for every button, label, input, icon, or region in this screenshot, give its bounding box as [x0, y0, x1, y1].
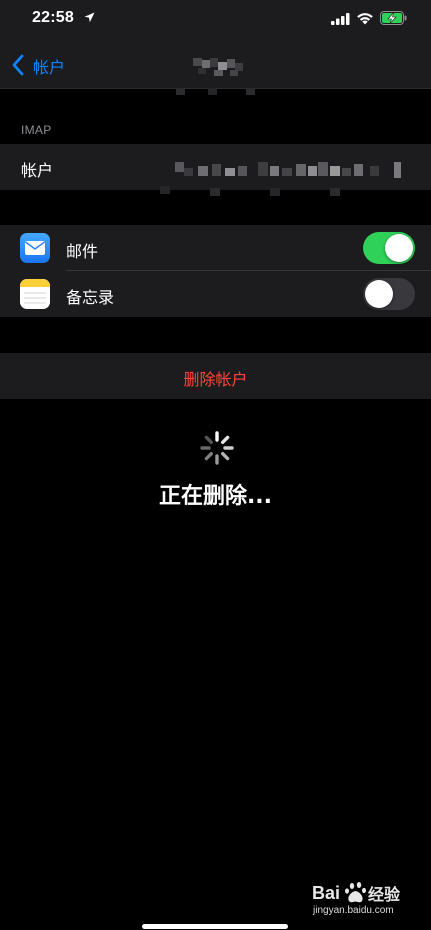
battery-charging-icon: [380, 11, 407, 25]
back-button[interactable]: 帐户: [33, 54, 65, 78]
obscured-account-value: [160, 162, 401, 196]
baidu-jingyan-logo: Bai 经验: [312, 882, 401, 904]
location-arrow-icon: [84, 12, 95, 23]
section-header-imap: IMAP: [21, 123, 52, 137]
deleting-status-text: 正在删除...: [158, 484, 273, 509]
mail-toggle[interactable]: [363, 232, 415, 264]
watermark-url: jingyan.baidu.com: [313, 905, 394, 916]
status-bar: 22:58: [0, 0, 431, 40]
app-row-label: 邮件: [66, 242, 99, 261]
toggle-knob: [385, 234, 413, 262]
app-row-notes: 备忘录: [0, 271, 431, 317]
app-row-mail: 邮件: [0, 225, 431, 271]
activity-spinner-icon: [200, 431, 234, 465]
toggle-knob: [365, 280, 393, 308]
app-row-label: 备忘录: [66, 288, 115, 307]
notes-icon: [20, 279, 50, 309]
home-indicator[interactable]: [142, 924, 288, 929]
delete-account-button[interactable]: 删除帐户: [0, 353, 431, 399]
status-time: 22:58: [32, 9, 74, 26]
cellular-signal-icon: [331, 13, 350, 25]
wifi-icon: [357, 13, 373, 25]
chevron-left-icon[interactable]: [11, 54, 24, 76]
account-row-label: 帐户: [21, 161, 54, 180]
notes-toggle[interactable]: [363, 278, 415, 310]
delete-account-label: 删除帐户: [183, 370, 248, 389]
svg-text:Bai: Bai: [312, 883, 340, 903]
svg-text:经验: 经验: [368, 885, 401, 904]
apps-group: 邮件 备忘录: [0, 225, 431, 317]
mail-icon: [20, 233, 50, 263]
obscured-title: [176, 58, 255, 95]
account-group: 帐户: [0, 144, 431, 196]
account-row[interactable]: 帐户: [0, 144, 431, 196]
navigation-bar: 帐户: [0, 40, 431, 95]
